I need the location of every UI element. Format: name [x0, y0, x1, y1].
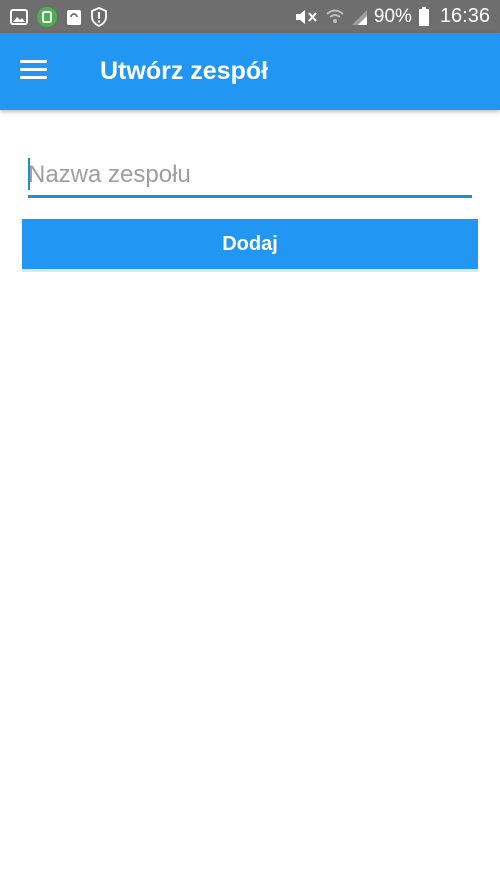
hamburger-icon-middle — [20, 68, 47, 71]
mute-icon — [294, 8, 320, 26]
team-name-underline — [28, 195, 472, 198]
hamburger-icon-bottom — [20, 76, 47, 79]
recycle-icon — [66, 8, 82, 26]
status-bar-left — [10, 6, 108, 28]
text-cursor — [28, 158, 30, 190]
app-bar: Utwórz zespół — [0, 33, 500, 110]
wifi-icon — [326, 8, 344, 26]
image-icon — [10, 8, 28, 26]
battery-icon — [418, 6, 430, 27]
battery-percent: 90% — [373, 5, 412, 27]
signal-icon — [350, 8, 368, 26]
status-bar: 90% 16:36 — [0, 0, 500, 33]
clock: 16:36 — [439, 5, 490, 27]
team-name-field[interactable] — [28, 154, 472, 198]
menu-button[interactable] — [20, 60, 47, 82]
shield-alert-icon — [90, 6, 108, 27]
team-name-input[interactable] — [28, 154, 472, 196]
page-title: Utwórz zespół — [100, 57, 269, 85]
hamburger-icon — [20, 60, 47, 63]
status-bar-right: 90% 16:36 — [294, 5, 490, 28]
add-button[interactable]: Dodaj — [22, 219, 478, 269]
android-notification-icon — [36, 6, 58, 28]
